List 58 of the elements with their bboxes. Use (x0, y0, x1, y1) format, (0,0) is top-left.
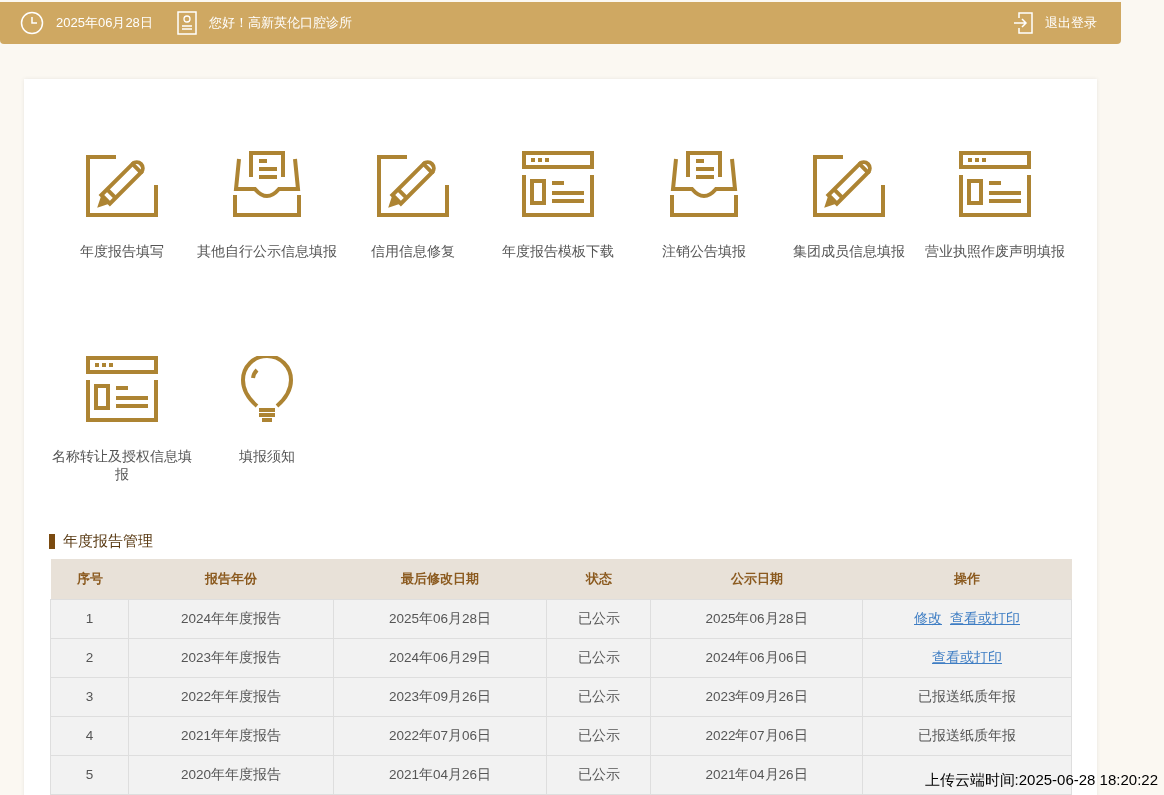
menu-tile[interactable]: 集团成员信息填报 (776, 151, 922, 261)
table-cell: 2021年04月26日 (333, 755, 547, 794)
action-link[interactable]: 查看或打印 (950, 610, 1020, 626)
menu-tile[interactable]: 填报须知 (194, 356, 340, 466)
table-cell: 2022年07月06日 (650, 716, 863, 755)
menu-tile[interactable]: 营业执照作废声明填报 (922, 151, 1068, 261)
table-cell: 已公示 (546, 599, 651, 638)
greeting-text: 您好！高新英伦口腔诊所 (208, 14, 352, 32)
column-header: 序号 (50, 559, 129, 599)
column-header: 公示日期 (650, 559, 863, 599)
action-link[interactable]: 修改 (914, 610, 942, 626)
table-cell: 已公示 (546, 638, 651, 677)
browser-window-icon (958, 151, 1031, 219)
section-title: 年度报告管理 (63, 532, 153, 551)
table-cell: 3 (50, 677, 129, 716)
clock-icon (20, 11, 44, 35)
table-cell: 2023年09月26日 (333, 677, 547, 716)
menu-tile[interactable]: 年度报告填写 (49, 151, 195, 261)
table-cell: 2023年09月26日 (650, 677, 863, 716)
column-header: 操作 (862, 559, 1072, 599)
inbox-tray-icon (667, 151, 740, 219)
table-cell: 2025年06月28日 (333, 599, 547, 638)
menu-tile[interactable]: 名称转让及授权信息填报 (49, 356, 195, 484)
table-cell: 已报送纸质年报 (862, 716, 1072, 755)
upload-time-text: 上传云端时间:2025-06-28 18:20:22 (924, 771, 1158, 790)
menu-tile[interactable]: 其他自行公示信息填报 (194, 151, 340, 261)
table-cell: 1 (50, 599, 129, 638)
table-cell: 已报送纸质年报 (862, 677, 1072, 716)
table-cell: 2024年年度报告 (128, 599, 334, 638)
table-cell: 2025年06月28日 (650, 599, 863, 638)
table-cell: 2 (50, 638, 129, 677)
inbox-tray-icon (231, 151, 304, 219)
table-cell: 2022年年度报告 (128, 677, 334, 716)
column-header: 状态 (546, 559, 651, 599)
action-link[interactable]: 查看或打印 (932, 649, 1002, 665)
browser-window-icon (85, 356, 158, 424)
table-cell: 4 (50, 716, 129, 755)
menu-tile[interactable]: 年度报告模板下载 (485, 151, 631, 261)
table-cell: 2023年年度报告 (128, 638, 334, 677)
table-cell: 2020年年度报告 (128, 755, 334, 794)
menu-tile[interactable]: 信用信息修复 (340, 151, 486, 261)
table-cell: 已公示 (546, 677, 651, 716)
id-badge-icon (176, 11, 197, 35)
menu-tile[interactable]: 注销公告填报 (631, 151, 777, 261)
table-cell: 5 (50, 755, 129, 794)
table-cell: 已公示 (546, 755, 651, 794)
column-header: 最后修改日期 (333, 559, 547, 599)
column-header: 报告年份 (128, 559, 334, 599)
date-text: 2025年06月28日 (56, 14, 153, 32)
table-cell: 2024年06月06日 (650, 638, 863, 677)
table-cell: 2022年07月06日 (333, 716, 547, 755)
table-cell: 已公示 (546, 716, 651, 755)
browser-window-icon (522, 151, 595, 219)
table-cell: 2021年年度报告 (128, 716, 334, 755)
logout-icon (1013, 12, 1033, 34)
table-cell: 2024年06月29日 (333, 638, 547, 677)
table-cell: 2021年04月26日 (650, 755, 863, 794)
section-marker (49, 534, 55, 549)
